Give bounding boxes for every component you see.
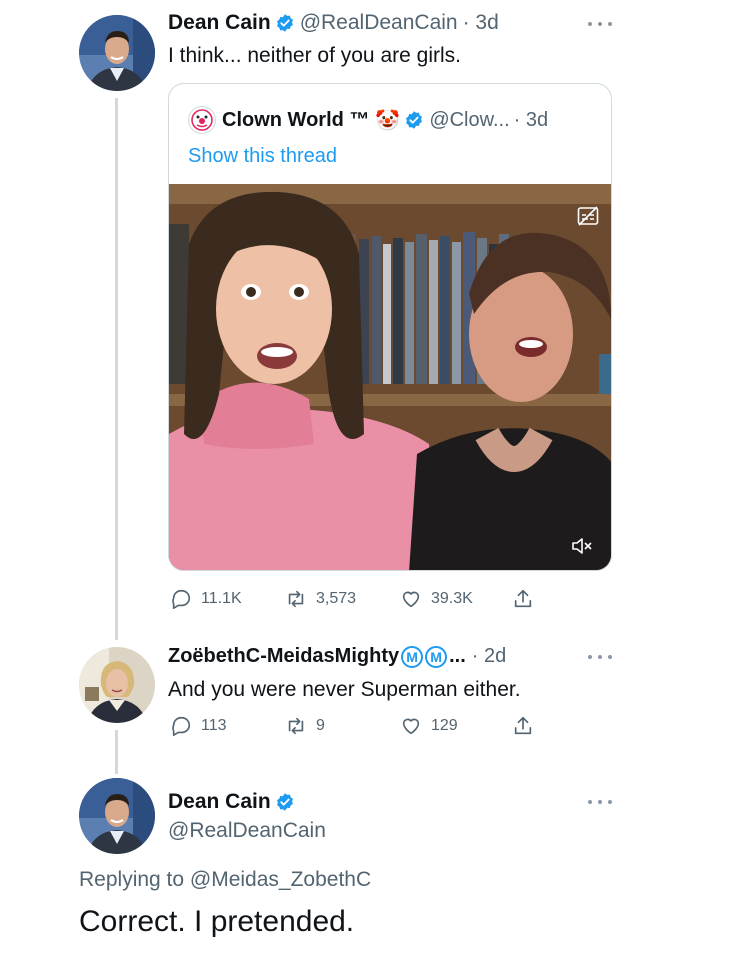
tweet3-text: Correct. I pretended. bbox=[79, 905, 355, 938]
reply-count: 11.1K bbox=[201, 590, 242, 607]
more-icon[interactable] bbox=[588, 797, 612, 807]
reply-action[interactable]: 113 bbox=[170, 715, 227, 737]
captions-off-icon[interactable] bbox=[577, 206, 599, 226]
avatar-zoebeth[interactable] bbox=[79, 647, 155, 723]
avatar-dean-cain[interactable] bbox=[79, 15, 155, 91]
avatar-dean-cain-main[interactable] bbox=[79, 778, 155, 854]
meidas-badge-icon-2: M bbox=[425, 645, 448, 668]
thread-connector-line bbox=[115, 98, 118, 640]
like-icon bbox=[402, 718, 420, 735]
tweet2-timestamp[interactable]: · 2d bbox=[472, 645, 506, 668]
tweet3-author-name[interactable]: Dean Cain bbox=[168, 790, 271, 814]
replying-to-label: Replying to bbox=[79, 868, 185, 891]
replying-to-line: Replying to @Meidas_ZobethC bbox=[79, 868, 371, 892]
reply-count: 113 bbox=[201, 717, 227, 734]
like-count: 39.3K bbox=[431, 590, 473, 607]
quote-author-handle[interactable]: @Clow... bbox=[429, 109, 509, 132]
thread-connector-line-2 bbox=[115, 730, 118, 774]
verified-badge-icon bbox=[275, 792, 295, 812]
tweet3-handle-row: @RealDeanCain bbox=[168, 819, 326, 843]
tweet1-timestamp[interactable]: · 3d bbox=[463, 11, 499, 35]
meidas-badge-icon: M bbox=[401, 645, 424, 668]
quoted-video-media[interactable] bbox=[169, 184, 611, 570]
show-thread-link[interactable]: Show this thread bbox=[188, 145, 337, 168]
quoted-tweet-card[interactable]: Clown World ™ 🤡 @Clow... · 3d Show this … bbox=[168, 83, 612, 571]
tweet3-name-row: Dean Cain bbox=[168, 790, 300, 814]
tweet1-text: I think... neither of you are girls. bbox=[168, 44, 461, 67]
more-icon[interactable] bbox=[588, 19, 612, 29]
quote-author-name[interactable]: Clown World ™ bbox=[222, 109, 369, 132]
mute-icon[interactable] bbox=[571, 536, 593, 556]
tweet2-author-name[interactable]: ZoëbethC-MeidasMighty bbox=[168, 645, 399, 668]
more-icon[interactable] bbox=[588, 652, 612, 662]
retweet-count: 9 bbox=[316, 717, 325, 734]
share-icon bbox=[514, 589, 532, 608]
like-action[interactable]: 129 bbox=[400, 715, 458, 737]
tweet2-name-ellipsis: ... bbox=[449, 645, 466, 667]
retweet-icon bbox=[288, 717, 304, 735]
quote-author-emoji: 🤡 bbox=[375, 109, 401, 132]
tweet1-author-name[interactable]: Dean Cain bbox=[168, 11, 271, 35]
retweet-icon bbox=[288, 590, 304, 608]
like-count: 129 bbox=[431, 717, 458, 734]
replying-to-handle[interactable]: @Meidas_ZobethC bbox=[190, 868, 371, 891]
retweet-count: 3,573 bbox=[316, 590, 357, 607]
tweet2-header: ZoëbethC-MeidasMighty M M ... · 2d bbox=[168, 645, 506, 668]
reply-action[interactable]: 11.1K bbox=[170, 588, 242, 610]
tweet1-author-handle[interactable]: @RealDeanCain bbox=[300, 11, 458, 35]
tweet1-header: Dean Cain @RealDeanCain · 3d bbox=[168, 11, 499, 35]
share-action[interactable] bbox=[512, 588, 543, 610]
clown-avatar-icon bbox=[188, 106, 216, 134]
share-icon bbox=[514, 716, 532, 735]
like-icon bbox=[402, 591, 420, 608]
reply-icon bbox=[172, 716, 191, 736]
verified-badge-icon bbox=[404, 110, 424, 130]
reply-icon bbox=[172, 589, 191, 609]
retweet-action[interactable]: 3,573 bbox=[285, 588, 356, 610]
quote-header: Clown World ™ 🤡 @Clow... · 3d bbox=[188, 106, 548, 134]
verified-badge-icon bbox=[275, 13, 295, 33]
share-action[interactable] bbox=[512, 715, 543, 737]
like-action[interactable]: 39.3K bbox=[400, 588, 473, 610]
retweet-action[interactable]: 9 bbox=[285, 715, 325, 737]
tweet3-author-handle[interactable]: @RealDeanCain bbox=[168, 819, 326, 843]
quote-timestamp[interactable]: · 3d bbox=[514, 109, 548, 132]
tweet2-text: And you were never Superman either. bbox=[168, 678, 521, 701]
